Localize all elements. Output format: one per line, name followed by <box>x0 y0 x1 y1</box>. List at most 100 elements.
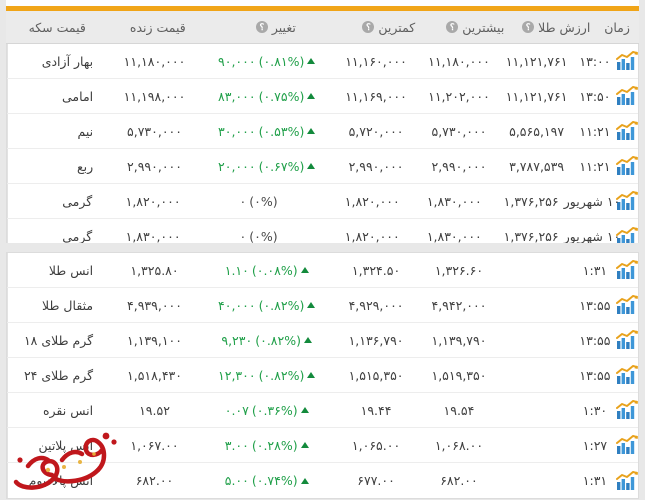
bar-chart-icon[interactable] <box>616 463 638 498</box>
arrow-up-icon <box>307 93 316 99</box>
row-high: ۴,۹۴۲,۰۰۰ <box>431 297 487 313</box>
row-time: ۱۳:۰۰ <box>579 53 611 69</box>
table-row[interactable]: ۱۱:۲۱ ۳,۷۸۷,۵۳۹ ۲,۹۹۰,۰۰۰ ۲,۹۹۰,۰۰۰ (۰.۶۷%) ۲… <box>7 149 638 184</box>
table-row[interactable]: ۱۳:۵۰ ۱۱,۱۲۱,۷۶۱ ۱۱,۲۰۲,۰۰۰ ۱۱,۱۶۹,۰۰۰ (۰.۷۵… <box>7 79 638 114</box>
row-live-price: ۱,۸۲۰,۰۰۰ <box>125 193 181 209</box>
bar-chart-icon[interactable] <box>616 44 638 78</box>
table-row[interactable]: ۱۳:۰۰ ۱۱,۱۲۱,۷۶۱ ۱۱,۱۸۰,۰۰۰ ۱۱,۱۶۰,۰۰۰ (۰.۸۱… <box>7 44 638 79</box>
row-high: ۱,۳۲۶.۶۰ <box>434 262 484 278</box>
header-low: کمترین ؟ <box>344 20 433 35</box>
table-row[interactable]: ۱:۳۱ ۶۸۲.۰۰ ۶۷۷.۰۰ (۰.۷۴%) ۵.۰۰ ۶۸۲.۰۰ انس پال… <box>7 463 638 498</box>
header-change: تغییر ؟ <box>207 20 344 35</box>
help-icon[interactable]: ؟ <box>446 21 459 33</box>
row-change: (۰.۳۶%) ۰.۰۷ <box>202 393 334 427</box>
help-icon[interactable]: ؟ <box>362 21 375 33</box>
row-high: ۲,۹۹۰,۰۰۰ <box>431 158 487 174</box>
arrow-up-icon <box>300 477 309 484</box>
bar-chart-icon[interactable] <box>616 393 638 427</box>
row-live-price: ۴,۹۳۹,۰۰۰ <box>127 297 182 313</box>
row-time: ۱۱:۲۱ <box>579 158 611 174</box>
row-time: ۱۳:۵۵ <box>579 367 611 383</box>
gold-price-table: ۱:۳۱ ۱,۳۲۶.۶۰ ۱,۳۲۴.۵۰ (۰.۰۸%) ۱.۱۰ ۱,۳۲۵.۸۰ ا… <box>6 252 639 499</box>
row-change: (۰.۸۲%) ۴۰,۰۰۰ <box>202 288 334 322</box>
row-change-amount: ۱۲,۳۰۰ <box>218 367 256 383</box>
header-live-price-label: قیمت زنده <box>129 19 186 35</box>
row-low: ۱,۵۱۵,۳۵۰ <box>348 367 404 383</box>
row-low: ۶۷۷.۰۰ <box>357 473 395 488</box>
row-change-amount: ۳.۰۰ <box>224 437 249 453</box>
table-row[interactable]: ۱۰ شهریور ۱,۳۷۶,۲۵۶ ۱,۸۳۰,۰۰۰ ۱,۸۲۰,۰۰۰ (۰%)… <box>7 184 638 219</box>
header-high-label: بیشترین <box>462 19 505 35</box>
row-low: ۲,۹۹۰,۰۰۰ <box>348 158 404 174</box>
row-time: ۱:۳۱ <box>582 262 608 278</box>
row-change-amount: ۸۳,۰۰۰ <box>218 88 256 104</box>
table-row[interactable]: ۱۳:۵۵ ۱,۵۱۹,۳۵۰ ۱,۵۱۵,۳۵۰ (۰.۸۲%) ۱۲,۳۰۰ ۱,۵۱… <box>7 358 638 393</box>
row-name[interactable]: امامی <box>7 79 107 113</box>
row-change: (۰%) ۰ <box>200 184 330 218</box>
row-change-percent: (۰.۸۲%) <box>258 367 305 383</box>
bar-chart-icon[interactable] <box>616 428 638 462</box>
row-name[interactable]: نیم <box>7 114 107 148</box>
bar-chart-icon[interactable] <box>616 358 638 392</box>
row-gold-value: ۱۱,۱۲۱,۷۶۱ <box>505 53 568 69</box>
arrow-up-icon <box>300 407 309 413</box>
row-change-amount: ۱.۱۰ <box>224 262 249 278</box>
row-high: ۱۱,۲۰۲,۰۰۰ <box>428 88 490 104</box>
bar-chart-icon[interactable] <box>616 253 638 287</box>
row-high: ۱,۱۳۹,۷۹۰ <box>431 332 487 348</box>
row-change-amount: ۴۰,۰۰۰ <box>218 297 256 313</box>
row-live-price: ۱,۱۳۹,۱۰۰ <box>127 332 182 348</box>
row-high: ۱,۰۶۸.۰۰ <box>434 437 484 453</box>
row-live-price: ۱,۵۱۸,۴۳۰ <box>127 367 182 383</box>
arrow-up-icon <box>304 337 312 343</box>
table-row[interactable]: ۱:۳۰ ۱۹.۵۴ ۱۹.۴۴ (۰.۳۶%) ۰.۰۷ ۱۹.۵۲ انس نقره <box>7 393 638 428</box>
table-row[interactable]: ۱۱:۲۱ ۵,۵۶۵,۱۹۷ ۵,۷۳۰,۰۰۰ ۵,۷۲۰,۰۰۰ (۰.۵۳%) ۳… <box>7 114 638 149</box>
row-high: ۱۱,۱۸۰,۰۰۰ <box>428 53 490 69</box>
row-gold-value <box>499 428 574 462</box>
bar-chart-icon[interactable] <box>616 149 638 183</box>
row-change: (۰.۸۲%) ۱۲,۳۰۰ <box>202 358 334 392</box>
row-high: ۱,۸۳۰,۰۰۰ <box>426 193 482 209</box>
bar-chart-icon[interactable] <box>616 288 638 322</box>
row-name[interactable]: انس پالادیوم <box>7 463 107 498</box>
row-change: (۰.۰۸%) ۱.۱۰ <box>202 253 334 287</box>
help-icon[interactable]: ؟ <box>522 21 535 33</box>
row-name[interactable]: ربع <box>7 149 107 183</box>
table-header: زمان ارزش طلا ؟ بیشترین ؟ کمترین ؟ تغییر… <box>6 11 639 44</box>
row-change-percent: (۰.۸۲%) <box>258 297 305 313</box>
table-row[interactable]: ۱:۳۱ ۱,۳۲۶.۶۰ ۱,۳۲۴.۵۰ (۰.۰۸%) ۱.۱۰ ۱,۳۲۵.۸۰ ا… <box>7 253 638 288</box>
arrow-up-icon <box>300 267 309 273</box>
row-change: (۰.۷۵%) ۸۳,۰۰۰ <box>202 79 334 113</box>
row-name[interactable]: انس پلاتین <box>7 428 107 462</box>
header-time: زمان <box>595 20 639 35</box>
arrow-up-icon <box>307 128 316 134</box>
accent-top-bar <box>6 6 639 11</box>
row-name[interactable]: گرم طلای ۱۸ <box>7 323 107 357</box>
help-icon[interactable]: ؟ <box>255 21 268 33</box>
arrow-up-icon <box>307 163 316 169</box>
row-live-price: ۱,۰۶۷.۰۰ <box>130 437 179 453</box>
bar-chart-icon[interactable] <box>616 114 638 148</box>
row-name[interactable]: گرم طلای ۲۴ <box>7 358 107 392</box>
row-name[interactable]: انس نقره <box>7 393 107 427</box>
row-change-amount: ۹۰,۰۰۰ <box>218 53 256 69</box>
row-gold-value: ۱,۳۷۶,۲۵۶ <box>503 193 559 209</box>
row-change-percent: (۰.۰۸%) <box>251 262 298 278</box>
row-change-percent: (۰.۲۸%) <box>251 437 298 453</box>
table-row[interactable]: ۱:۲۷ ۱,۰۶۸.۰۰ ۱,۰۶۵.۰۰ (۰.۲۸%) ۳.۰۰ ۱,۰۶۷.۰۰ ا… <box>7 428 638 463</box>
row-change-percent: (۰.۳۶%) <box>251 402 298 418</box>
table-row[interactable]: ۱۳:۵۵ ۱,۱۳۹,۷۹۰ ۱,۱۳۶,۷۹۰ (۰.۸۲%) ۹,۲۳۰ ۱,۱۳۹… <box>7 323 638 358</box>
table-row[interactable]: ۱۳:۵۵ ۴,۹۴۲,۰۰۰ ۴,۹۲۹,۰۰۰ (۰.۸۲%) ۴۰,۰۰۰ ۴,۹۳… <box>7 288 638 323</box>
row-name[interactable]: بهار آزادی <box>7 44 107 78</box>
bar-chart-icon[interactable] <box>616 323 638 357</box>
coin-price-table: ۱۳:۰۰ ۱۱,۱۲۱,۷۶۱ ۱۱,۱۸۰,۰۰۰ ۱۱,۱۶۰,۰۰۰ (۰.۸۱… <box>6 44 639 255</box>
row-change-percent: (۰%) <box>249 193 278 209</box>
row-name[interactable]: انس طلا <box>7 253 107 287</box>
row-low: ۱,۰۶۵.۰۰ <box>351 437 401 453</box>
row-name[interactable]: مثقال طلا <box>7 288 107 322</box>
row-name[interactable]: گرمی <box>7 184 106 218</box>
arrow-up-icon <box>300 442 309 448</box>
row-low: ۵,۷۲۰,۰۰۰ <box>348 123 404 139</box>
row-change-percent: (۰.۷۵%) <box>258 88 305 104</box>
bar-chart-icon[interactable] <box>616 79 638 113</box>
